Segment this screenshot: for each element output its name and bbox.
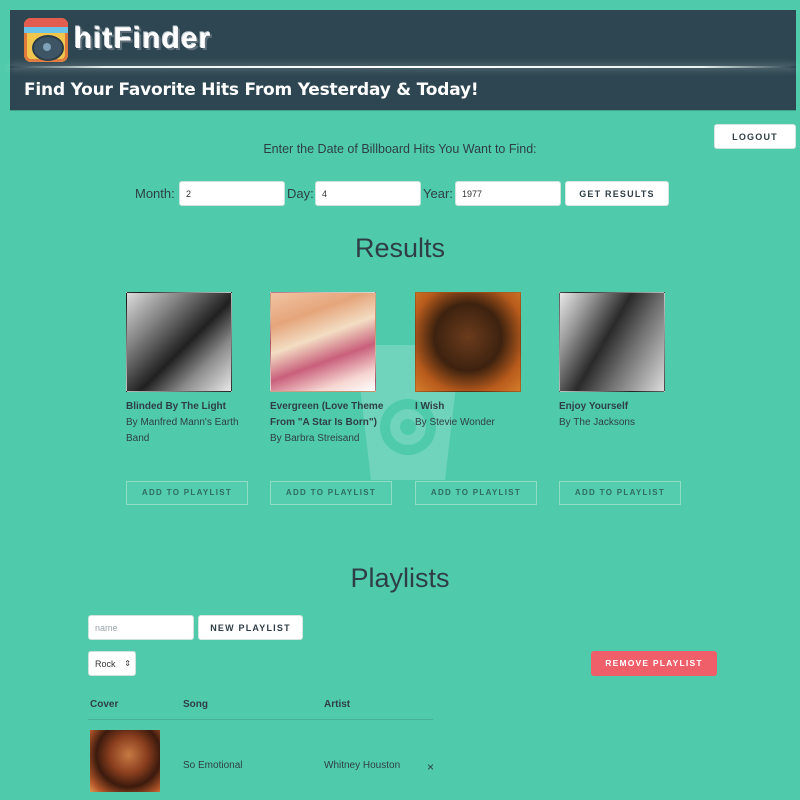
add-to-playlist-button[interactable]: ADD TO PLAYLIST [126,481,248,505]
song-artist: By Manfred Mann's Earth Band [126,417,239,444]
playlist-select[interactable]: Rock ⇕ [88,651,136,676]
column-header-artist: Artist [324,699,351,710]
add-to-playlist-button[interactable]: ADD TO PLAYLIST [270,481,392,505]
add-to-playlist-button[interactable]: ADD TO PLAYLIST [559,481,681,505]
album-cover-blinded-by-the-light [126,292,232,392]
table-header-divider [88,719,433,720]
select-arrows-icon: ⇕ [124,659,131,668]
year-input[interactable]: 1977 [455,181,561,206]
search-prompt: Enter the Date of Billboard Hits You Wan… [263,142,537,156]
album-cover-evergreen [270,292,376,392]
month-label: Month: [135,186,175,201]
column-header-song: Song [183,699,208,710]
album-cover-i-wish [415,292,521,392]
album-cover-enjoy-yourself [559,292,665,392]
new-playlist-button[interactable]: NEW PLAYLIST [198,615,303,640]
song-title: Evergreen (Love Theme From "A Star Is Bo… [270,401,384,428]
playlists-title: Playlists [350,563,450,593]
month-input[interactable]: 2 [179,181,285,206]
song-artist: By The Jacksons [559,417,635,428]
playlist-row-song: So Emotional [183,760,243,771]
song-title: Blinded By The Light [126,401,226,412]
day-input[interactable]: 4 [315,181,421,206]
year-label: Year: [423,186,453,201]
site-header: hitFinder Find Your Favorite Hits From Y… [10,10,796,110]
song-artist: By Stevie Wonder [415,417,495,428]
playlist-row-cover [90,730,160,792]
add-to-playlist-button[interactable]: ADD TO PLAYLIST [415,481,537,505]
header-divider [10,66,796,68]
remove-playlist-button[interactable]: REMOVE PLAYLIST [591,651,717,676]
get-results-button[interactable]: GET RESULTS [565,181,669,206]
song-title: Enjoy Yourself [559,401,629,412]
logo-record-icon [24,18,68,62]
playlist-select-value: Rock [95,659,116,669]
day-label: Day: [287,186,314,201]
song-artist: By Barbra Streisand [270,433,360,444]
column-header-cover: Cover [90,699,119,710]
tagline: Find Your Favorite Hits From Yesterday &… [24,80,479,100]
playlist-name-input[interactable]: name [88,615,194,640]
results-title: Results [354,233,446,263]
playlist-row-artist: Whitney Houston [324,760,401,771]
song-title: I Wish [415,401,445,412]
logo-text: hitFinder [74,22,212,55]
remove-song-icon[interactable]: × [427,760,434,774]
